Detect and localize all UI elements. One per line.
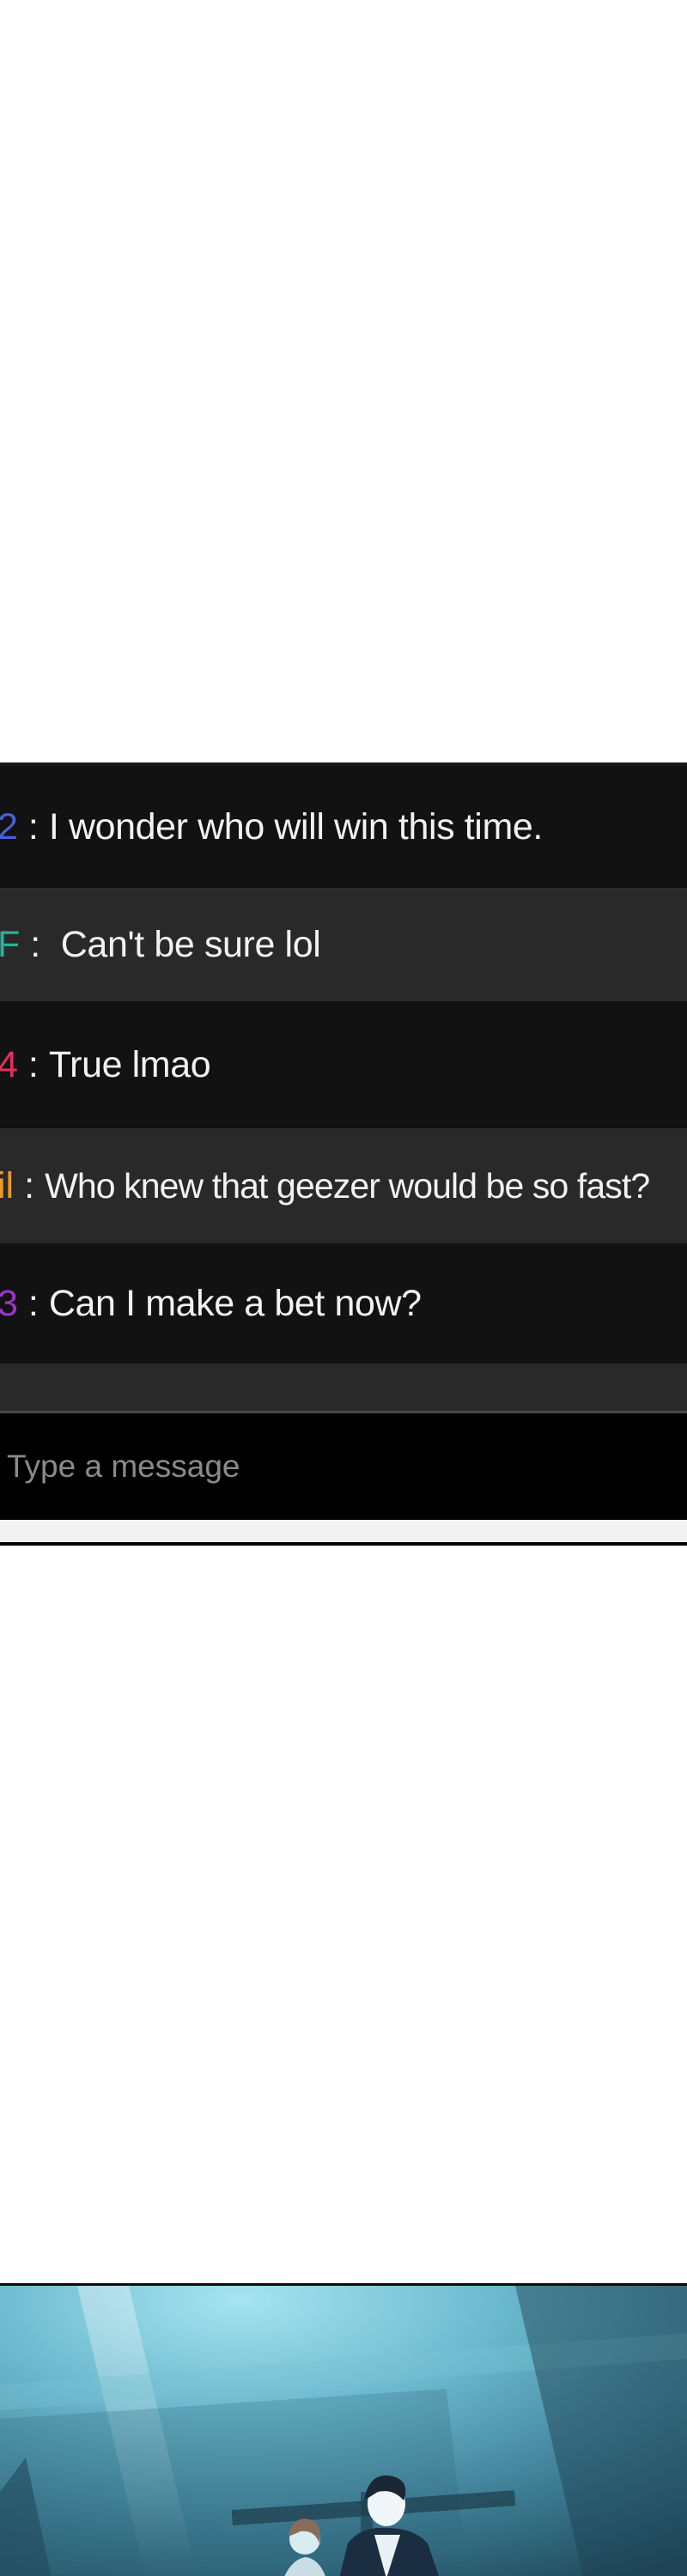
chat-message: 4 : True lmao [0,1001,687,1128]
chat-message-text: True lmao [48,1043,211,1085]
chat-footer-strip [0,1520,687,1542]
chat-input-area [0,1413,687,1520]
chat-message: il : Who knew that geezer would be so fa… [0,1128,687,1243]
chat-message: 2 : I wonder who will win this time. [0,766,687,888]
chat-message-text: Can I make a bet now? [48,1282,422,1324]
chat-message-text: I wonder who will win this time. [48,805,543,848]
chat-separator: : [27,1043,39,1085]
chat-username: 4 [0,1043,18,1085]
chat-separator: : [30,923,41,965]
chat-username: 3 [0,1282,18,1324]
chat-message: 3 : Can I make a bet now? [0,1243,687,1364]
chat-separator: : [24,1164,35,1206]
chat-username: F [0,923,21,965]
chat-separator: : [27,805,39,848]
message-input[interactable] [7,1432,677,1501]
chat-separator: : [27,1282,39,1324]
chat-message-text: Who knew that geezer would be so fast? [45,1165,650,1206]
chat-username: 2 [0,805,18,848]
chat-message-partial [0,1364,687,1411]
comic-illustration [0,2283,687,2576]
chat-bottom-border [0,1542,687,1546]
comic-scene-image [0,2286,687,2576]
chat-username: il [0,1164,15,1206]
chat-message: F : Can't be sure lol [0,888,687,1001]
chat-message-text: Can't be sure lol [51,923,321,965]
